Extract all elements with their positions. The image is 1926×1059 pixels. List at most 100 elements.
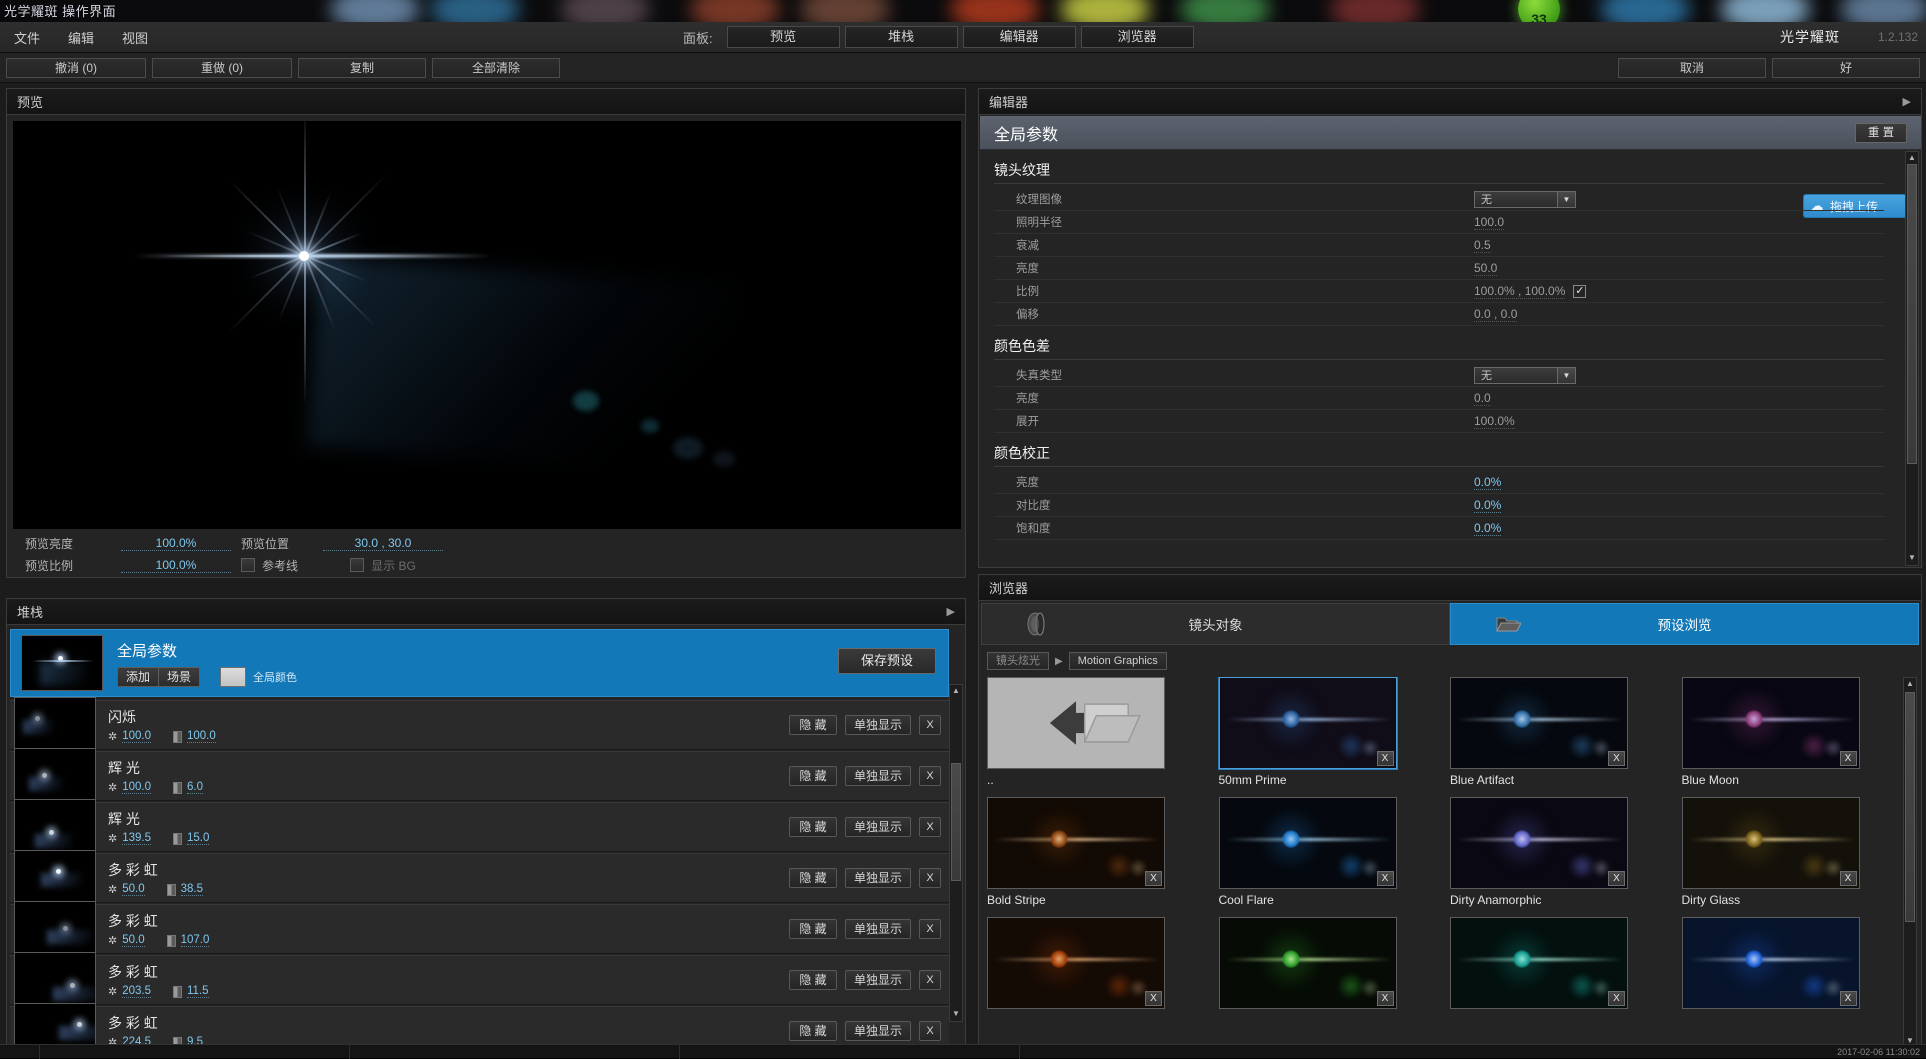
save-preset-button[interactable]: 保存预设 xyxy=(838,648,936,674)
tab-lens-objects[interactable]: 镜头对象 xyxy=(981,603,1450,645)
layer-brightness[interactable]: ✲ 50.0 xyxy=(108,883,145,896)
preset-remove-button[interactable]: X xyxy=(1608,991,1625,1006)
preset-item[interactable]: X xyxy=(1682,917,1898,1013)
layer-size[interactable]: 11.5 xyxy=(173,985,209,998)
tab-preset-browser[interactable]: 预设浏览 xyxy=(1450,603,1919,645)
layer-remove-button[interactable]: X xyxy=(919,766,941,786)
preset-item[interactable]: X xyxy=(987,917,1203,1013)
layer-hide-button[interactable]: 隐 藏 xyxy=(789,919,837,939)
stack-layer-row[interactable]: 多 彩 虹 ✲ 203.5 11.5 隐 藏单独显示 X xyxy=(10,955,949,1005)
preset-thumbnail[interactable] xyxy=(987,677,1165,769)
layer-hide-button[interactable]: 隐 藏 xyxy=(789,766,837,786)
show-bg-checkbox[interactable] xyxy=(350,558,364,572)
layer-solo-button[interactable]: 单独显示 xyxy=(845,817,911,837)
editor-property-value[interactable]: 0.5 xyxy=(1474,238,1491,253)
layer-brightness-value[interactable]: 100.0 xyxy=(122,730,151,743)
editor-property-value[interactable]: 0.0 xyxy=(1474,391,1491,406)
layer-hide-button[interactable]: 隐 藏 xyxy=(789,715,837,735)
preset-thumbnail[interactable]: X xyxy=(1450,677,1628,769)
browser-scrollbar[interactable]: ▲ ▼ xyxy=(1903,677,1917,1049)
editor-lock-checkbox[interactable]: ✓ xyxy=(1573,285,1586,298)
preset-remove-button[interactable]: X xyxy=(1145,991,1162,1006)
breadcrumb-item-root[interactable]: 镜头炫光 xyxy=(987,652,1049,670)
preset-remove-button[interactable]: X xyxy=(1145,871,1162,886)
layer-solo-button[interactable]: 单独显示 xyxy=(845,1021,911,1041)
preset-item[interactable]: X Dirty Glass xyxy=(1682,797,1898,907)
editor-scroll-up-icon[interactable]: ▲ xyxy=(1907,153,1917,164)
stack-scrollbar[interactable]: ▲ ▼ xyxy=(949,684,963,1022)
preset-remove-button[interactable]: X xyxy=(1377,751,1394,766)
preset-item[interactable]: X Blue Moon xyxy=(1682,677,1898,787)
layer-size-value[interactable]: 6.0 xyxy=(187,781,203,794)
preset-remove-button[interactable]: X xyxy=(1608,751,1625,766)
editor-scrollbar[interactable]: ▲ ▼ xyxy=(1905,151,1919,566)
layer-size[interactable]: 100.0 xyxy=(173,730,216,743)
preset-thumbnail[interactable]: X xyxy=(1219,917,1397,1009)
editor-property-value[interactable]: 0.0% xyxy=(1474,521,1501,536)
preset-thumbnail[interactable]: X xyxy=(1450,917,1628,1009)
chevron-down-icon[interactable]: ▼ xyxy=(1557,192,1575,207)
layer-brightness-value[interactable]: 139.5 xyxy=(122,832,151,845)
preset-thumbnail[interactable]: X xyxy=(1682,797,1860,889)
editor-property-value[interactable]: 100.0% xyxy=(1474,414,1515,429)
layer-brightness[interactable]: ✲ 100.0 xyxy=(108,730,151,743)
guides-checkbox[interactable] xyxy=(241,558,255,572)
editor-property-value[interactable]: 0.0% xyxy=(1474,498,1501,513)
layer-solo-button[interactable]: 单独显示 xyxy=(845,970,911,990)
layer-remove-button[interactable]: X xyxy=(919,970,941,990)
layer-size[interactable]: 6.0 xyxy=(173,781,203,794)
scene-button[interactable]: 场景 xyxy=(159,667,200,687)
preset-remove-button[interactable]: X xyxy=(1377,991,1394,1006)
panel-tab-browser[interactable]: 浏览器 xyxy=(1081,26,1194,48)
editor-scroll-thumb[interactable] xyxy=(1907,164,1917,464)
preset-remove-button[interactable]: X xyxy=(1377,871,1394,886)
preset-item[interactable]: X Cool Flare xyxy=(1219,797,1435,907)
preset-thumbnail[interactable]: X xyxy=(1682,677,1860,769)
stack-scroll-down-icon[interactable]: ▼ xyxy=(951,1009,961,1020)
preview-position-value[interactable]: 30.0 , 30.0 xyxy=(323,536,443,551)
layer-solo-button[interactable]: 单独显示 xyxy=(845,868,911,888)
chevron-right-icon[interactable]: ▶ xyxy=(947,605,955,618)
layer-size[interactable]: 107.0 xyxy=(167,934,210,947)
panel-tab-stack[interactable]: 堆栈 xyxy=(845,26,958,48)
redo-button[interactable]: 重做 (0) xyxy=(152,58,292,78)
layer-hide-button[interactable]: 隐 藏 xyxy=(789,817,837,837)
editor-chevron-right-icon[interactable]: ▶ xyxy=(1903,95,1911,108)
layer-hide-button[interactable]: 隐 藏 xyxy=(789,1021,837,1041)
layer-remove-button[interactable]: X xyxy=(919,1021,941,1041)
layer-brightness-value[interactable]: 203.5 xyxy=(122,985,151,998)
preset-item[interactable]: X 50mm Prime xyxy=(1219,677,1435,787)
layer-remove-button[interactable]: X xyxy=(919,715,941,735)
preset-item[interactable]: X Dirty Anamorphic xyxy=(1450,797,1666,907)
browser-scroll-up-icon[interactable]: ▲ xyxy=(1905,679,1915,690)
preset-item[interactable]: X xyxy=(1219,917,1435,1013)
preview-canvas[interactable] xyxy=(13,121,961,529)
layer-brightness[interactable]: ✲ 203.5 xyxy=(108,985,151,998)
preset-item[interactable]: X Bold Stripe xyxy=(987,797,1203,907)
layer-brightness-value[interactable]: 50.0 xyxy=(122,934,144,947)
stack-scroll-thumb[interactable] xyxy=(951,763,961,881)
stack-layer-row[interactable]: 辉 光 ✲ 139.5 15.0 隐 藏单独显示 X xyxy=(10,802,949,852)
layer-hide-button[interactable]: 隐 藏 xyxy=(789,970,837,990)
layer-brightness-value[interactable]: 50.0 xyxy=(122,883,144,896)
stack-layer-row[interactable]: 闪烁 ✲ 100.0 100.0 隐 藏单独显示 X xyxy=(10,700,949,750)
editor-property-select[interactable]: 无 ▼ xyxy=(1474,191,1576,208)
editor-property-value[interactable]: 50.0 xyxy=(1474,261,1497,276)
breadcrumb-item-current[interactable]: Motion Graphics xyxy=(1069,652,1167,670)
layer-size[interactable]: 38.5 xyxy=(167,883,203,896)
editor-property-value[interactable]: 0.0 , 0.0 xyxy=(1474,307,1517,322)
cancel-button[interactable]: 取消 xyxy=(1618,58,1766,78)
preset-item[interactable]: X Blue Artifact xyxy=(1450,677,1666,787)
preset-item[interactable]: X xyxy=(1450,917,1666,1013)
menu-edit[interactable]: 编辑 xyxy=(54,22,108,52)
preset-thumbnail[interactable]: X xyxy=(1450,797,1628,889)
stack-layer-row[interactable]: 辉 光 ✲ 100.0 6.0 隐 藏单独显示 X xyxy=(10,751,949,801)
undo-button[interactable]: 撤消 (0) xyxy=(6,58,146,78)
layer-brightness[interactable]: ✲ 100.0 xyxy=(108,781,151,794)
panel-tab-editor[interactable]: 编辑器 xyxy=(963,26,1076,48)
panel-tab-preview[interactable]: 预览 xyxy=(727,26,840,48)
layer-size-value[interactable]: 11.5 xyxy=(187,985,209,998)
preset-thumbnail[interactable]: X xyxy=(1682,917,1860,1009)
layer-size-value[interactable]: 15.0 xyxy=(187,832,209,845)
preset-remove-button[interactable]: X xyxy=(1840,991,1857,1006)
